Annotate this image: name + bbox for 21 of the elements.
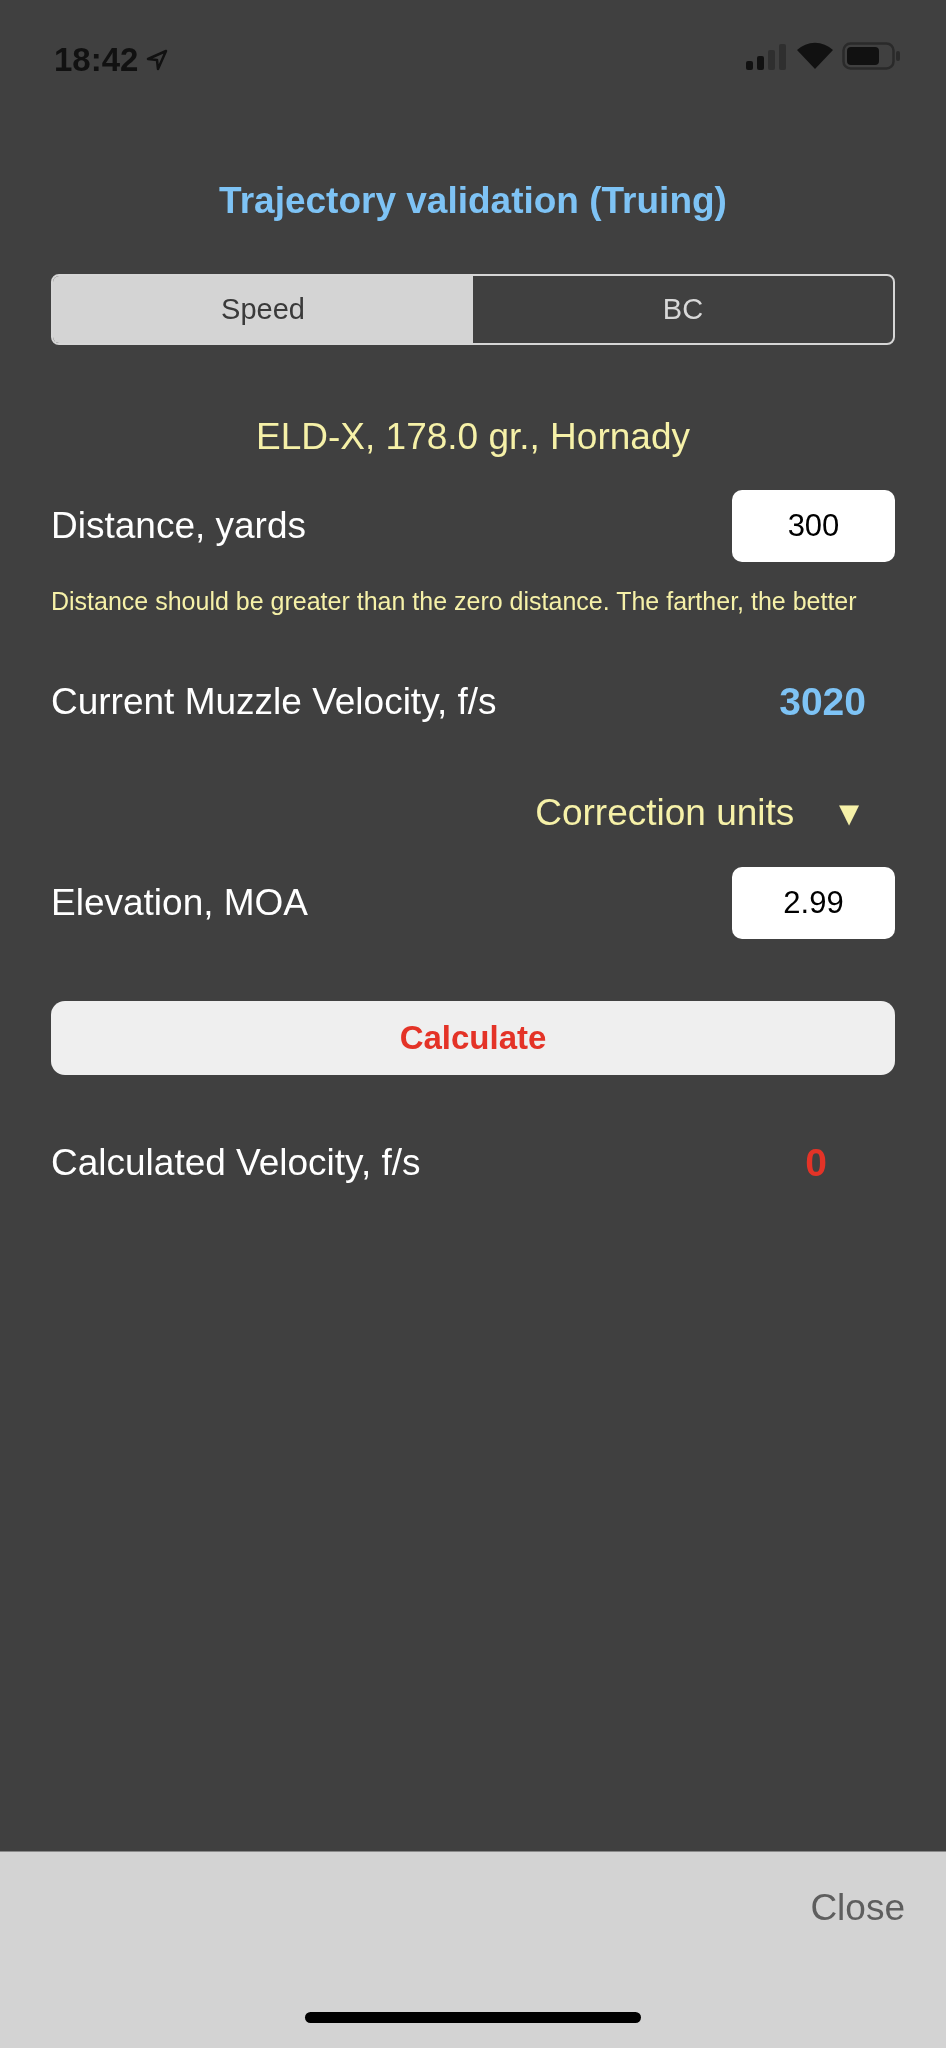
segment-tab[interactable]: Speed: [53, 276, 473, 343]
field-label: Elevation, MOA: [51, 881, 309, 926]
wifi-icon: [796, 42, 834, 70]
field-label: Current Muzzle Velocity, f/s: [51, 680, 497, 725]
calculate-button[interactable]: Calculate: [51, 1001, 895, 1075]
close-button[interactable]: Close: [810, 1886, 905, 1930]
location-arrow-icon: [146, 49, 169, 71]
dropdown-label[interactable]: Correction units: [535, 785, 795, 841]
velocity-value: 0: [805, 1139, 827, 1186]
screen-title: Trajectory validation (Truing): [218, 181, 728, 221]
velocity-value: 3020: [779, 678, 866, 725]
input-field[interactable]: 2.99: [732, 867, 895, 939]
segment-tab[interactable]: BC: [473, 276, 893, 343]
field-label: Calculated Velocity, f/s: [51, 1141, 421, 1186]
hint-text: Distance should be greater than the zero distance. The farther, the better: [51, 586, 858, 617]
input-field[interactable]: 300: [732, 490, 895, 562]
field-label: Distance, yards: [51, 504, 306, 549]
caret-icon[interactable]: ▼: [832, 787, 866, 839]
battery-icon: [842, 42, 900, 70]
bullet-name: ELD-X, 178.0 gr., Hornady: [255, 417, 691, 457]
signal-icon: [746, 42, 788, 70]
